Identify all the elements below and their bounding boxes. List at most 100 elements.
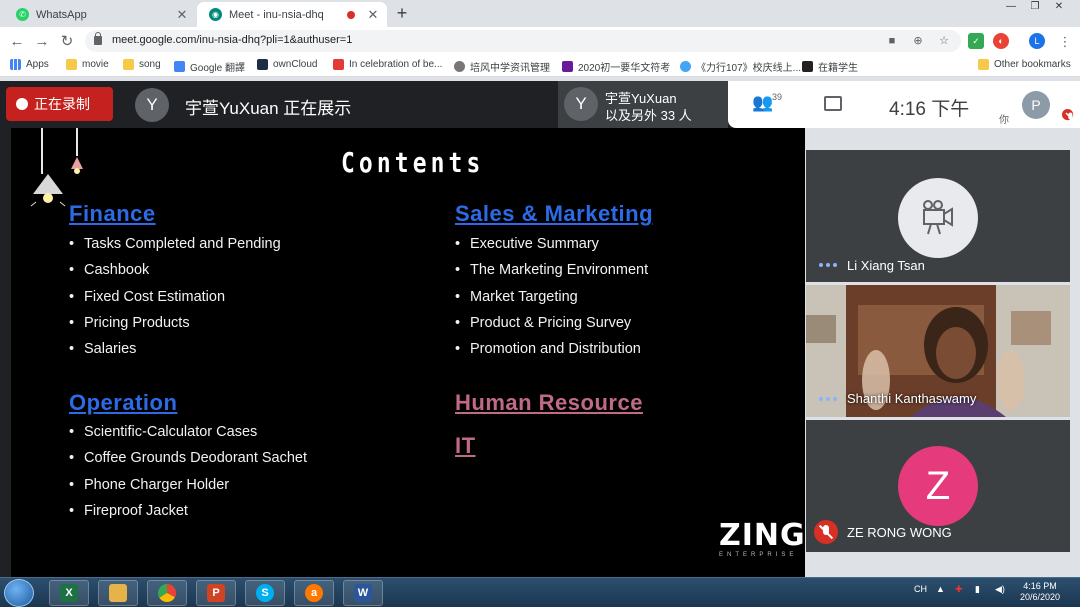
tab-meet[interactable]: ◉ Meet - inu-nsia-dhq ✕ <box>197 2 387 27</box>
tab-whatsapp[interactable]: ✆ WhatsApp ✕ <box>4 2 196 27</box>
bookmark-label: ownCloud <box>273 59 318 70</box>
lock-icon <box>94 32 102 45</box>
speaking-indicator-icon <box>819 397 837 401</box>
chat-icon[interactable] <box>824 96 842 111</box>
bookmark-owncloud[interactable]: ownCloud <box>257 59 317 70</box>
speaking-indicator-icon <box>819 263 837 267</box>
self-mic-off-icon <box>1062 109 1074 121</box>
bookmark-school-admin[interactable]: 培风中学资讯管理 <box>454 59 550 74</box>
lamp-icon <box>71 157 83 174</box>
chrome-icon <box>158 584 176 602</box>
camera-off-avatar <box>898 178 978 258</box>
recording-button[interactable]: 正在录制 <box>6 87 113 121</box>
reload-button[interactable]: ↻ <box>56 31 78 53</box>
owncloud-icon <box>257 59 268 70</box>
menu-icon[interactable]: ⋮ <box>1054 31 1076 53</box>
bookmark-students[interactable]: 在籍学生 <box>802 59 858 74</box>
profile-avatar[interactable]: L <box>1029 33 1045 49</box>
bookmark-exam[interactable]: 2020初一要华文符考 <box>562 59 670 74</box>
forward-button[interactable]: → <box>31 31 53 53</box>
presenter-avatar: Y <box>135 88 169 122</box>
bookmark-song[interactable]: song <box>123 59 161 70</box>
word-icon: W <box>354 584 372 602</box>
zing-logo: ZING <box>719 518 805 553</box>
bookmark-label: movie <box>82 59 109 70</box>
participant-tile-li-xiang-tsan[interactable]: Li Xiang Tsan <box>806 150 1070 282</box>
taskbar-explorer[interactable] <box>98 580 138 606</box>
taskbar-avast[interactable]: a <box>294 580 334 606</box>
bookmark-label: Other bookmarks <box>994 59 1071 70</box>
hr-heading: Human Resource <box>455 390 643 415</box>
whatsapp-icon: ✆ <box>16 8 29 21</box>
list-item: Fireproof Jacket <box>69 498 307 525</box>
bookmark-star-icon[interactable]: ☆ <box>936 33 952 49</box>
list-item: Cashbook <box>69 257 281 284</box>
participant-avatar: Z <box>898 446 978 526</box>
meeting-clock: 4:16 下午 <box>889 99 970 120</box>
recording-label: 正在录制 <box>34 96 90 112</box>
bookmark-label: Apps <box>26 59 49 70</box>
participant-name: Shanthi Kanthaswamy <box>847 391 977 406</box>
folder-icon <box>123 59 134 70</box>
extension-icon[interactable]: ✓ <box>968 33 984 49</box>
list-item: Tasks Completed and Pending <box>69 231 281 258</box>
bookmark-celebration[interactable]: In celebration of be... <box>333 59 442 70</box>
apps-grid-icon <box>10 59 21 70</box>
close-tab-icon[interactable]: ✕ <box>174 7 190 23</box>
taskbar-skype[interactable]: S <box>245 580 285 606</box>
globe-icon <box>454 61 465 72</box>
list-item: Pricing Products <box>69 310 281 337</box>
extension-icon[interactable]: ◐ <box>993 33 1009 49</box>
taskbar-word[interactable]: W <box>343 580 383 606</box>
language-indicator[interactable]: CH <box>914 584 927 594</box>
bookmark-apps[interactable]: Apps <box>10 59 49 70</box>
presenting-status: 宇萱YuXuan 正在展示 <box>185 99 352 118</box>
list-item: Scientific-Calculator Cases <box>69 419 307 446</box>
tab-title: Meet - inu-nsia-dhq <box>229 8 324 21</box>
self-avatar[interactable]: P <box>1022 91 1050 119</box>
bookmark-movie[interactable]: movie <box>66 59 109 70</box>
address-bar[interactable]: meet.google.com/inu-nsia-dhq?pli=1&authu… <box>85 30 961 52</box>
volume-icon[interactable]: ◀) <box>995 584 1005 595</box>
close-tab-icon[interactable]: ✕ <box>365 7 381 23</box>
network-icon[interactable]: ▮ <box>975 584 980 595</box>
bookmark-label: song <box>139 59 161 70</box>
system-clock[interactable]: 4:16 PM 20/6/2020 <box>1018 581 1062 603</box>
pinned-others: 以及另外 33 人 <box>605 108 692 123</box>
start-button[interactable] <box>4 579 34 607</box>
finance-heading: Finance <box>69 201 156 226</box>
zoom-icon[interactable]: ⊕ <box>910 33 926 49</box>
participant-name: ZE RONG WONG <box>847 525 952 540</box>
restore-button[interactable]: ❐ <box>1024 0 1046 16</box>
tab-title: WhatsApp <box>36 8 87 21</box>
taskbar-excel[interactable]: X <box>49 580 89 606</box>
bookmark-icon <box>680 61 691 72</box>
list-item: Fixed Cost Estimation <box>69 284 281 311</box>
google-translate-icon <box>174 61 185 72</box>
bookmark-google-translate[interactable]: Google 翻譯 <box>174 59 245 74</box>
other-bookmarks[interactable]: Other bookmarks <box>978 59 1071 70</box>
bookmark-icon <box>562 61 573 72</box>
pinned-presenter-tile[interactable]: Y 宇萱YuXuan 以及另外 33 人 <box>558 81 728 128</box>
sales-list: Executive Summary The Marketing Environm… <box>455 231 648 363</box>
participant-tile-ze-rong-wong[interactable]: Z ZE RONG WONG <box>806 420 1070 552</box>
bookmark-anniversary[interactable]: 《力行107》校庆线上... <box>680 59 801 74</box>
camera-indicator-icon[interactable]: ■ <box>884 33 900 49</box>
people-icon[interactable]: 👥 <box>752 93 773 113</box>
show-hidden-icons[interactable]: ▲ <box>936 584 945 594</box>
new-tab-button[interactable]: + <box>391 3 413 25</box>
back-button[interactable]: ← <box>6 31 28 53</box>
clock-time: 4:16 PM <box>1023 581 1057 591</box>
antivirus-tray-icon[interactable]: ✚ <box>955 584 963 595</box>
list-item: Promotion and Distribution <box>455 336 648 363</box>
participant-tile-shanthi[interactable]: Shanthi Kanthaswamy <box>806 285 1070 417</box>
taskbar-chrome[interactable] <box>147 580 187 606</box>
operation-heading: Operation <box>69 390 178 415</box>
close-window-button[interactable]: ✕ <box>1048 0 1070 16</box>
video-camera-icon <box>923 200 953 235</box>
clock-date: 20/6/2020 <box>1019 592 1061 602</box>
minimize-button[interactable]: — <box>1000 0 1022 16</box>
lamp-wire <box>41 128 43 174</box>
taskbar-powerpoint[interactable]: P <box>196 580 236 606</box>
meet-controls: 👥 39 4:16 下午 P 你 <box>728 81 1080 128</box>
